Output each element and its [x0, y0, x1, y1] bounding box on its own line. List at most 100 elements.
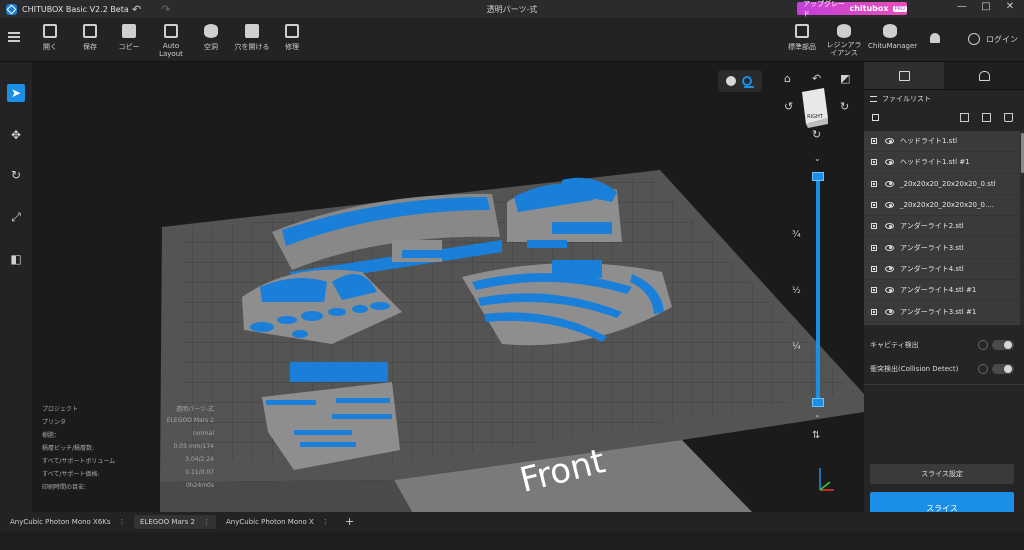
file-row[interactable]: アンダーライト4.stl #1: [864, 280, 1020, 302]
cavity-detect-toggle[interactable]: [992, 340, 1014, 350]
file-row[interactable]: _20x20x20_20x20x20_0....: [864, 195, 1020, 217]
rotate-ccw-icon[interactable]: ↺: [784, 100, 793, 113]
printer-tab[interactable]: AnyCubic Photon Mono X6Ks ⋮: [4, 515, 132, 529]
delete-icon[interactable]: [1004, 113, 1013, 122]
slice-settings-button[interactable]: スライス設定: [870, 464, 1014, 484]
layer-slider-track[interactable]: [816, 172, 820, 404]
minimize-button[interactable]: —: [952, 1, 972, 12]
add-file-icon[interactable]: [960, 113, 969, 122]
visibility-eye-icon[interactable]: [885, 287, 894, 294]
file-checkbox[interactable]: [871, 265, 877, 272]
slice-layer-sync-icon[interactable]: ⇅: [812, 430, 820, 441]
open-button[interactable]: 開く: [40, 24, 60, 52]
printer-tab[interactable]: AnyCubic Photon Mono X ⋮: [220, 515, 335, 529]
notification-icon[interactable]: [930, 33, 940, 43]
file-row[interactable]: _20x20x20_20x20x20_0.stl: [864, 174, 1020, 195]
upgrade-label: アップグレード: [803, 0, 845, 18]
maximize-button[interactable]: □: [976, 1, 996, 12]
visibility-eye-icon[interactable]: [885, 180, 894, 187]
rotate-tool[interactable]: ↻: [7, 166, 25, 184]
file-checkbox[interactable]: [871, 223, 877, 230]
tab-file-list[interactable]: [864, 62, 944, 89]
select-tool[interactable]: ➤: [7, 84, 25, 102]
auto-layout-button[interactable]: Auto Layout: [150, 24, 192, 58]
repair-icon: [285, 24, 299, 38]
move-tool[interactable]: ✥: [7, 126, 25, 144]
chitumanager-button[interactable]: ChituManager: [868, 24, 917, 50]
file-checkbox[interactable]: [871, 159, 877, 166]
home-view-icon[interactable]: ⌂: [784, 72, 791, 85]
hollow-icon: [204, 24, 218, 38]
visibility-eye-icon[interactable]: [885, 223, 894, 230]
collision-detect-toggle[interactable]: [992, 364, 1014, 374]
group-icon[interactable]: [982, 113, 991, 122]
layer-slider-bottom-handle[interactable]: [812, 398, 824, 407]
file-row[interactable]: ヘッドライト1.stl: [864, 131, 1020, 153]
more-options-icon[interactable]: ⋮: [119, 518, 126, 526]
mirror-tool[interactable]: ◧: [7, 250, 25, 268]
save-icon: [83, 24, 97, 38]
file-name: アンダーライト4.stl: [900, 264, 964, 273]
rotate-cw-icon[interactable]: ↻: [840, 100, 849, 113]
file-row[interactable]: アンダーライト3.stl #1: [864, 301, 1020, 323]
visibility-eye-icon[interactable]: [885, 244, 894, 251]
visibility-eye-icon[interactable]: [885, 159, 894, 166]
file-list-scrollbar[interactable]: [1020, 131, 1024, 325]
scrollbar-thumb[interactable]: [1020, 133, 1024, 173]
tab-printer[interactable]: [944, 62, 1024, 89]
solid-shading-icon[interactable]: [726, 76, 736, 86]
file-checkbox[interactable]: [871, 244, 877, 251]
info-value: 透明パーツ-式: [175, 406, 214, 413]
copy-button[interactable]: コピー: [116, 24, 142, 52]
scale-tool[interactable]: ⤢: [7, 208, 25, 226]
slider-down-chevron-icon[interactable]: ⌃: [814, 414, 821, 423]
copy-icon: [122, 24, 136, 38]
redo-icon[interactable]: ↷: [161, 3, 170, 16]
info-label: プロジェクト: [42, 406, 79, 413]
visibility-eye-icon[interactable]: [885, 138, 894, 145]
save-button[interactable]: 保存: [80, 24, 100, 52]
rotate-left-view-icon[interactable]: ↶: [812, 72, 821, 85]
resin-alliance-button[interactable]: レジンアライアンス: [826, 24, 862, 57]
file-checkbox[interactable]: [871, 202, 877, 209]
file-row[interactable]: アンダーライト4.stl: [864, 259, 1020, 281]
more-options-icon[interactable]: ⋮: [203, 518, 210, 526]
file-checkbox[interactable]: [871, 180, 877, 187]
file-row[interactable]: ヘッドライト1.stl #1: [864, 152, 1020, 174]
standard-parts-button[interactable]: 標準部品: [786, 24, 818, 52]
3d-viewport[interactable]: Front ⌂ ↶ ◩ ↺ ↻ ↻ RIGHT ⌄ ¾ ½ ¼ ⌃ ⇅ プロジェ…: [32, 62, 864, 512]
slider-mark-three-quarter: ¾: [792, 230, 801, 240]
drill-icon: [245, 24, 259, 38]
file-checkbox[interactable]: [871, 138, 877, 145]
rotate-down-icon[interactable]: ↻: [812, 128, 821, 141]
file-row[interactable]: アンダーライト3.stl: [864, 237, 1020, 259]
login-button[interactable]: ログイン: [968, 33, 1018, 45]
visibility-eye-icon[interactable]: [885, 308, 894, 315]
hollow-button[interactable]: 空洞: [200, 24, 222, 52]
perspective-icon[interactable]: ◩: [840, 72, 850, 85]
visibility-eye-icon[interactable]: [885, 265, 894, 272]
file-checkbox[interactable]: [871, 308, 877, 315]
file-row[interactable]: アンダーライト2.stl: [864, 216, 1020, 238]
cavity-help-icon[interactable]: [978, 340, 988, 350]
layer-slider-top-handle[interactable]: [812, 172, 824, 181]
repair-button[interactable]: 修理: [282, 24, 302, 52]
shading-toggle[interactable]: [718, 70, 762, 92]
more-options-icon[interactable]: ⋮: [322, 518, 329, 526]
view-cube[interactable]: RIGHT: [798, 88, 830, 128]
visibility-eye-icon[interactable]: [885, 202, 894, 209]
info-label: プリンタ: [42, 419, 67, 426]
slider-up-chevron-icon[interactable]: ⌄: [814, 154, 821, 163]
undo-icon[interactable]: ↶: [132, 3, 141, 16]
add-printer-tab-icon[interactable]: +: [345, 515, 354, 528]
close-button[interactable]: ✕: [1000, 1, 1020, 12]
drill-button[interactable]: 穴を開ける: [234, 24, 270, 52]
xray-shading-icon[interactable]: [742, 76, 754, 88]
menu-icon[interactable]: [8, 32, 20, 42]
collision-help-icon[interactable]: [978, 364, 988, 374]
file-checkbox[interactable]: [871, 287, 877, 294]
info-value: normal: [192, 430, 214, 437]
select-all-checkbox[interactable]: [872, 114, 879, 121]
printer-tab-active[interactable]: ELEGOO Mars 2 ⋮: [134, 515, 216, 529]
upgrade-button[interactable]: アップグレード chitubox PRO: [797, 0, 907, 18]
